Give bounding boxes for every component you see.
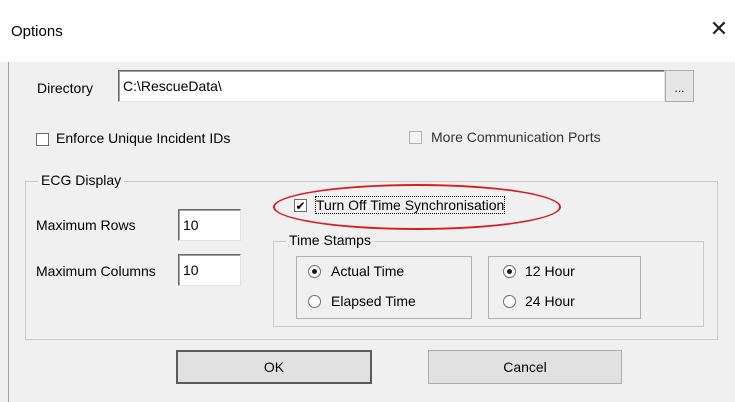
enforce-unique-checkbox[interactable] — [36, 133, 49, 146]
max-rows-label: Maximum Rows — [36, 217, 136, 233]
max-cols-label: Maximum Columns — [36, 263, 156, 279]
24-hour-label: 24 Hour — [525, 293, 575, 309]
dialog-left-border — [8, 62, 9, 402]
close-icon[interactable]: ✕ — [704, 14, 734, 44]
browse-button[interactable]: ... — [665, 70, 694, 102]
directory-input[interactable] — [118, 70, 665, 102]
turn-off-sync-checkbox[interactable]: ✔ — [294, 199, 307, 212]
more-ports-checkbox[interactable] — [409, 131, 422, 144]
12-hour-label: 12 Hour — [525, 263, 575, 279]
elapsed-time-radio[interactable] — [308, 295, 321, 308]
ok-button[interactable]: OK — [176, 350, 372, 384]
directory-label: Directory — [37, 80, 94, 96]
title-bar: Options ✕ — [0, 0, 735, 62]
cancel-button[interactable]: Cancel — [428, 350, 622, 384]
window-title: Options — [11, 23, 63, 40]
time-stamps-group-label: Time Stamps — [286, 232, 374, 248]
24-hour-radio[interactable] — [503, 295, 516, 308]
enforce-unique-label: Enforce Unique Incident IDs — [56, 130, 231, 146]
ecg-display-group-label: ECG Display — [38, 172, 125, 188]
turn-off-sync-label: Turn Off Time Synchronisation — [314, 196, 506, 214]
elapsed-time-label: Elapsed Time — [331, 293, 416, 309]
12-hour-radio[interactable] — [503, 265, 516, 278]
actual-time-label: Actual Time — [331, 263, 405, 279]
max-cols-input[interactable] — [178, 254, 241, 286]
actual-time-radio[interactable] — [308, 265, 321, 278]
max-rows-input[interactable] — [178, 209, 241, 241]
more-ports-label: More Communication Ports — [431, 129, 601, 145]
